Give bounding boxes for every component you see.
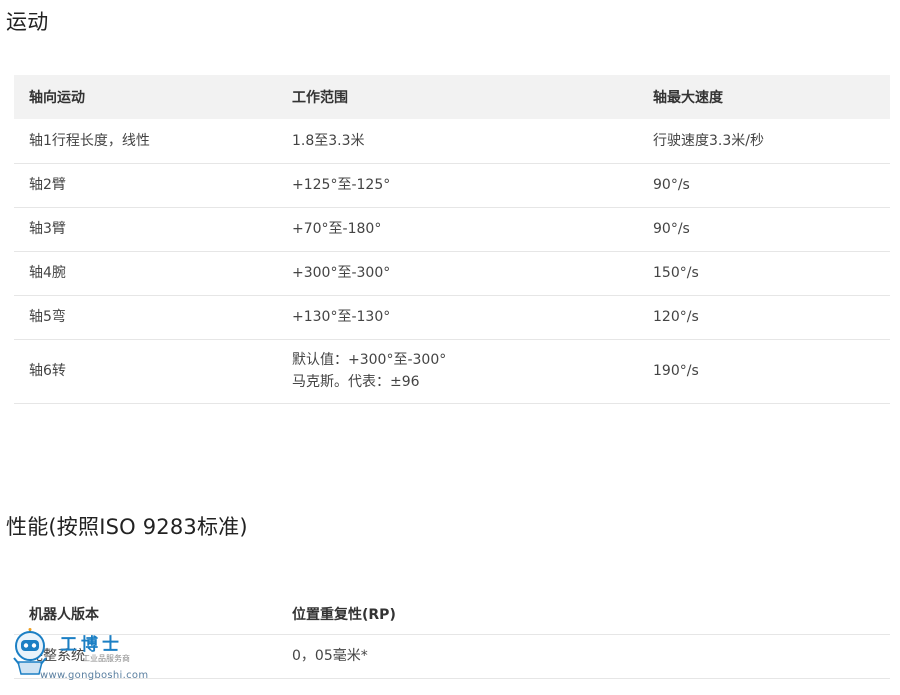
motion-table: 轴向运动 工作范围 轴最大速度 轴1行程长度，线性 1.8至3.3米 行驶速度3… xyxy=(14,75,890,404)
speed-cell: 90°/s xyxy=(638,207,890,252)
table-header-row: 机器人版本 位置重复性(RP) xyxy=(14,594,890,635)
axis-cell: 轴1行程长度，线性 xyxy=(14,119,277,164)
watermark-brand: 工博士 xyxy=(60,635,123,655)
speed-cell: 120°/s xyxy=(638,295,890,340)
range-line: +130°至-130° xyxy=(292,309,391,325)
table-row: 轴5弯 +130°至-130° 120°/s xyxy=(14,295,890,340)
table-row: 轴1行程长度，线性 1.8至3.3米 行驶速度3.3米/秒 xyxy=(14,119,890,164)
header-axis: 轴向运动 xyxy=(29,90,85,106)
speed-cell: 150°/s xyxy=(638,251,890,296)
header-range: 工作范围 xyxy=(292,90,348,106)
watermark: 工博士 工业品服务商 www.gongboshi.com xyxy=(8,628,148,688)
range-cell: +70°至-180° xyxy=(277,207,638,252)
robot-mascot-icon xyxy=(13,628,47,675)
axis-cell: 轴2臂 xyxy=(14,163,277,208)
range-cell: +300°至-300° xyxy=(277,251,638,296)
watermark-tagline: 工业品服务商 xyxy=(82,654,130,663)
header-speed: 轴最大速度 xyxy=(653,90,723,106)
axis-cell: 轴5弯 xyxy=(14,295,277,340)
section-title-motion: 运动 xyxy=(6,10,49,34)
range-cell: +130°至-130° xyxy=(277,295,638,340)
range-line: +300°至-300° xyxy=(292,265,391,281)
range-line: +125°至-125° xyxy=(292,177,391,193)
range-line: 马克斯。代表：±96 xyxy=(292,374,420,390)
speed-cell: 190°/s xyxy=(638,339,890,404)
axis-cell: 轴4腕 xyxy=(14,251,277,296)
range-line: +70°至-180° xyxy=(292,221,382,237)
range-cell: 1.8至3.3米 xyxy=(277,119,638,164)
table-row: 轴2臂 +125°至-125° 90°/s xyxy=(14,163,890,208)
axis-cell: 轴3臂 xyxy=(14,207,277,252)
table-row: 轴6转 默认值：+300°至-300° 马克斯。代表：±96 190°/s xyxy=(14,339,890,404)
axis-cell: 轴6转 xyxy=(14,339,277,404)
range-cell: +125°至-125° xyxy=(277,163,638,208)
table-header-row: 轴向运动 工作范围 轴最大速度 xyxy=(14,75,890,119)
watermark-url: www.gongboshi.com xyxy=(40,670,149,681)
performance-table: 机器人版本 位置重复性(RP) 完整系统 0，05毫米* xyxy=(14,594,890,679)
header-repeatability: 位置重复性(RP) xyxy=(277,594,890,635)
range-cell: 默认值：+300°至-300° 马克斯。代表：±96 xyxy=(277,339,638,404)
table-row: 轴3臂 +70°至-180° 90°/s xyxy=(14,207,890,252)
repeatability-cell: 0，05毫米* xyxy=(277,634,890,679)
section-title-performance: 性能(按照ISO 9283标准) xyxy=(6,515,248,539)
speed-cell: 90°/s xyxy=(638,163,890,208)
range-line: 默认值：+300°至-300° xyxy=(292,352,447,368)
table-row: 轴4腕 +300°至-300° 150°/s xyxy=(14,251,890,296)
speed-cell: 行驶速度3.3米/秒 xyxy=(638,119,890,164)
range-line: 1.8至3.3米 xyxy=(292,132,365,149)
